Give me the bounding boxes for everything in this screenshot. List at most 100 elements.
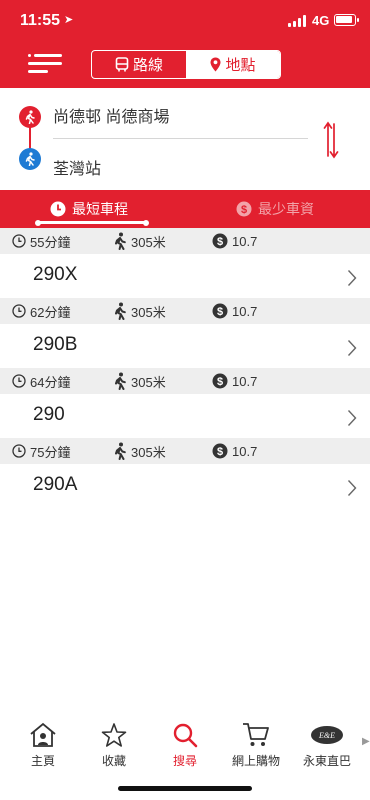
chevron-right-icon: [347, 270, 357, 286]
route-duration: 75分鐘: [12, 438, 70, 464]
route-walk-text: 305米: [131, 444, 166, 460]
walk-icon: [115, 372, 126, 390]
home-indicator: [118, 786, 252, 791]
route-row[interactable]: 64分鐘 305米 $ 10.7 290: [0, 368, 370, 438]
route-number: 290X: [33, 264, 78, 285]
tab-places[interactable]: 地點: [186, 51, 280, 78]
svg-text:E&E: E&E: [318, 731, 335, 740]
route-walk-text: 305米: [131, 304, 166, 320]
nav-favorites-label: 收藏: [101, 754, 126, 768]
nav-search-label: 搜尋: [172, 754, 197, 768]
route-walk: 305米: [113, 298, 166, 324]
route-number: 290B: [33, 334, 78, 355]
route-duration-text: 55分鐘: [30, 234, 71, 250]
route-fare: $ 10.7: [212, 298, 257, 324]
dollar-icon: $: [212, 233, 228, 249]
nav-more-arrow-icon[interactable]: ▶: [362, 736, 370, 747]
chevron-right-icon: [347, 410, 357, 426]
location-arrow-icon: ➤: [64, 14, 74, 26]
svg-text:$: $: [217, 376, 223, 388]
clock-icon: [12, 234, 26, 248]
route-body: 290X: [0, 254, 370, 298]
route-body: 290: [0, 394, 370, 438]
svg-text:$: $: [217, 306, 223, 318]
mode-segmented-control: 路線 地點: [91, 50, 281, 79]
walk-icon: [115, 442, 126, 460]
route-row[interactable]: 55分鐘 305米 $ 10.7 290X: [0, 228, 370, 298]
walk-icon: [115, 232, 126, 250]
tab-lowest-fare[interactable]: $ 最少車資: [236, 190, 314, 228]
ee-logo-icon: E&E: [311, 726, 343, 744]
clock-icon: [12, 444, 26, 458]
svg-text:$: $: [217, 446, 223, 458]
destination-walk-icon: [19, 148, 41, 170]
route-walk-text: 305米: [131, 234, 166, 250]
app-header: 11:55 ➤ 4G 路線 地點: [0, 0, 370, 88]
route-duration-text: 62分鐘: [30, 304, 71, 320]
menu-button[interactable]: [28, 52, 62, 76]
svg-text:$: $: [241, 204, 247, 216]
clock-icon: [12, 374, 26, 388]
walk-icon: [115, 302, 126, 320]
location-pin-icon: [210, 57, 221, 72]
dollar-icon: $: [212, 373, 228, 389]
origin-field[interactable]: 尚德邨 尚德商場: [53, 103, 169, 127]
battery-level: [336, 16, 353, 23]
tab-lowest-fare-label: 最少車資: [258, 201, 314, 217]
route-walk: 305米: [113, 368, 166, 394]
status-bar: 11:55 ➤ 4G: [0, 0, 370, 44]
home-icon: [30, 722, 56, 747]
network-type: 4G: [312, 13, 330, 28]
trip-panel: 尚德邨 尚德商場 荃灣站: [0, 88, 370, 190]
cart-icon: [243, 723, 269, 746]
route-fare-text: 10.7: [232, 233, 258, 249]
dollar-icon: $: [236, 201, 252, 217]
nav-home-label: 主頁: [30, 754, 55, 768]
route-duration: 62分鐘: [12, 298, 70, 324]
route-duration: 55分鐘: [12, 228, 70, 254]
clock-icon: [12, 304, 26, 318]
route-fare: $ 10.7: [212, 368, 257, 394]
tab-places-label: 地點: [225, 57, 256, 74]
nav-express-bus[interactable]: E&E 永東直巴: [296, 722, 358, 769]
route-walk-text: 305米: [131, 374, 166, 390]
svg-text:$: $: [217, 236, 223, 248]
route-duration-text: 64分鐘: [30, 374, 71, 390]
route-fare: $ 10.7: [212, 228, 257, 254]
route-row[interactable]: 62分鐘 305米 $ 10.7 290B: [0, 298, 370, 368]
tab-routes[interactable]: 路線: [92, 51, 186, 78]
route-meta: 64分鐘 305米 $ 10.7: [0, 368, 370, 394]
route-meta: 75分鐘 305米 $ 10.7: [0, 438, 370, 464]
nav-home[interactable]: 主頁: [12, 722, 74, 769]
route-number: 290: [33, 404, 65, 425]
origin-walk-icon: [19, 106, 41, 128]
battery-icon: [334, 14, 359, 26]
route-fare-text: 10.7: [232, 443, 258, 459]
route-fare-text: 10.7: [232, 373, 258, 389]
tab-routes-label: 路線: [132, 57, 163, 74]
route-meta: 62分鐘 305米 $ 10.7: [0, 298, 370, 324]
nav-shopping[interactable]: 網上購物: [225, 722, 287, 769]
swap-direction-button[interactable]: [323, 120, 339, 160]
route-duration: 64分鐘: [12, 368, 70, 394]
route-row[interactable]: 75分鐘 305米 $ 10.7 290A: [0, 438, 370, 508]
route-fare: $ 10.7: [212, 438, 257, 464]
active-tab-indicator: [35, 219, 149, 226]
route-number: 290A: [33, 474, 78, 495]
nav-favorites[interactable]: 收藏: [83, 722, 145, 769]
route-meta: 55分鐘 305米 $ 10.7: [0, 228, 370, 254]
search-icon: [173, 723, 198, 748]
trip-divider: [53, 138, 308, 139]
route-fare-text: 10.7: [232, 303, 258, 319]
route-walk: 305米: [113, 438, 166, 464]
route-body: 290A: [0, 464, 370, 508]
destination-field[interactable]: 荃灣站: [53, 155, 101, 179]
route-walk: 305米: [113, 228, 166, 254]
chevron-right-icon: [347, 340, 357, 356]
chevron-right-icon: [347, 480, 357, 496]
route-duration-text: 75分鐘: [30, 444, 71, 460]
tab-shortest-time-label: 最短車程: [72, 201, 128, 217]
dollar-icon: $: [212, 303, 228, 319]
route-body: 290B: [0, 324, 370, 368]
nav-search[interactable]: 搜尋: [154, 722, 216, 769]
